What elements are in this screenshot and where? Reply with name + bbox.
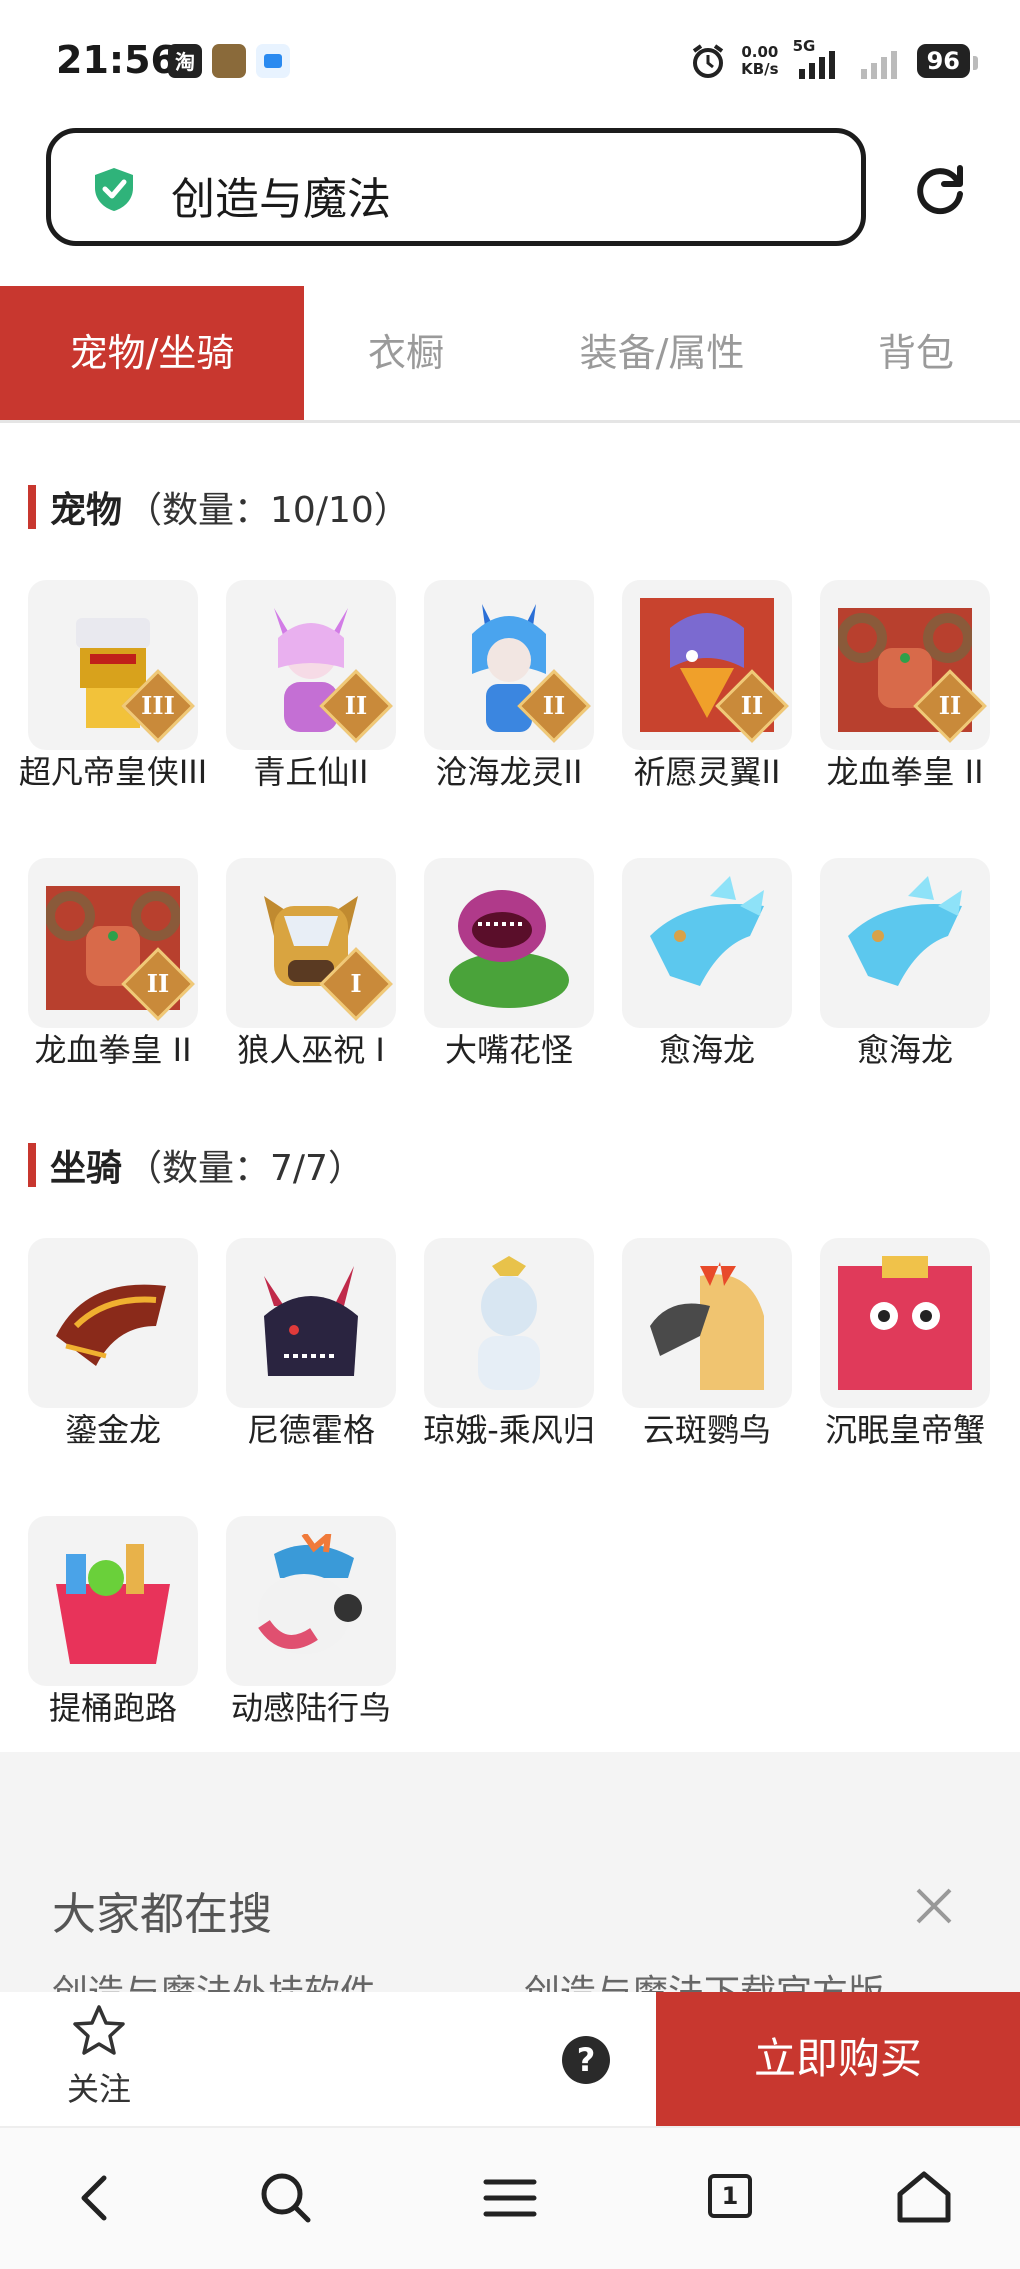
taobao-icon: 淘 <box>168 44 202 78</box>
tab-backpack[interactable]: 背包 <box>836 286 996 420</box>
pet-name: 愈海龙 <box>856 1031 953 1069</box>
status-time: 21:56 <box>56 38 177 82</box>
tab-count: 1 <box>708 2174 752 2218</box>
pet-image: II <box>622 580 792 750</box>
pets-title: 宠物 <box>50 490 123 531</box>
status-bar: 21:56 淘 0.00 KB/s 5G 96 <box>0 0 1020 125</box>
refresh-icon[interactable] <box>910 160 970 220</box>
pet-item[interactable]: 愈海龙 <box>608 858 806 1070</box>
pet-item[interactable]: II 龙血拳皇 II <box>806 580 1004 792</box>
buy-now-button[interactable]: 立即购买 <box>656 1992 1020 2126</box>
pet-item[interactable]: II 祈愿灵翼II <box>608 580 806 792</box>
mount-name: 鎏金龙 <box>64 1411 161 1449</box>
pet-name: 龙血拳皇 II <box>34 1031 192 1069</box>
network-speed: 0.00 KB/s <box>741 44 778 78</box>
mount-name: 动感陆行鸟 <box>230 1689 391 1727</box>
mount-item[interactable]: 尼德霍格 <box>212 1238 410 1450</box>
pets-section-title: 宠物 （数量：10/10） <box>28 484 410 531</box>
url-bar[interactable]: 创造与魔法 <box>46 128 866 246</box>
help-icon[interactable]: ? <box>562 2036 610 2084</box>
pet-name: 愈海龙 <box>658 1031 755 1069</box>
hot-search-title: 大家都在搜 <box>52 1889 272 1940</box>
mounts-count: （数量：7/7） <box>126 1148 364 1189</box>
mount-image <box>226 1238 396 1408</box>
pet-item[interactable]: 大嘴花怪 <box>410 858 608 1070</box>
tabs-icon[interactable]: 1 <box>702 2168 762 2228</box>
page-title: 创造与魔法 <box>171 174 391 225</box>
svg-text:淘: 淘 <box>175 50 195 74</box>
mounts-section-title: 坐骑 （数量：7/7） <box>28 1142 364 1189</box>
pet-name: 祈愿灵翼II <box>633 753 781 791</box>
pet-name: 狼人巫祝 I <box>237 1031 385 1069</box>
pet-name: 龙血拳皇 II <box>826 753 984 791</box>
pet-image: II <box>424 580 594 750</box>
tab-bar: 宠物/坐骑 衣橱 装备/属性 背包 <box>0 286 1020 423</box>
battery-icon: 96 <box>916 44 979 78</box>
pet-item[interactable]: II 青丘仙II <box>212 580 410 792</box>
mount-image <box>622 1238 792 1408</box>
signal-weak-icon <box>860 51 897 79</box>
network-speed-unit: KB/s <box>741 60 779 78</box>
search-icon[interactable] <box>256 2168 316 2228</box>
network-speed-value: 0.00 <box>741 43 779 61</box>
mount-name: 沉眠皇帝蟹 <box>824 1411 985 1449</box>
pet-name: 大嘴花怪 <box>444 1031 573 1069</box>
star-icon <box>73 2005 125 2055</box>
tab-wardrobe[interactable]: 衣橱 <box>304 286 508 420</box>
mount-item[interactable]: 云斑鹦鸟 <box>608 1238 806 1450</box>
pets-count: （数量：10/10） <box>126 490 410 531</box>
shield-check-icon <box>95 168 133 211</box>
pet-name: 超凡帝皇侠III <box>18 753 208 791</box>
pet-image: II <box>226 580 396 750</box>
pet-image: II <box>820 580 990 750</box>
mount-name: 尼德霍格 <box>246 1411 375 1449</box>
mount-image <box>28 1516 198 1686</box>
pet-image <box>424 858 594 1028</box>
mount-image <box>28 1238 198 1408</box>
close-icon[interactable] <box>912 1884 956 1928</box>
pet-name: 沧海龙灵II <box>435 753 583 791</box>
signal-icon: 5G <box>793 37 843 81</box>
tab-equipment[interactable]: 装备/属性 <box>528 286 796 420</box>
mount-name: 提桶跑路 <box>48 1689 177 1727</box>
section-marker <box>28 485 36 529</box>
mount-name: 琼娥-乘风归 <box>423 1411 595 1449</box>
pet-image: I <box>226 858 396 1028</box>
mount-item[interactable]: 琼娥-乘风归 <box>410 1238 608 1450</box>
pet-image: III <box>28 580 198 750</box>
cloud-app-icon <box>256 44 290 78</box>
mount-item[interactable]: 提桶跑路 <box>14 1516 212 1728</box>
follow-label: 关注 <box>66 2070 131 2108</box>
mounts-title: 坐骑 <box>50 1148 123 1189</box>
hot-search-panel <box>0 1752 1020 1992</box>
mount-item[interactable]: 动感陆行鸟 <box>212 1516 410 1728</box>
pet-item[interactable]: 愈海龙 <box>806 858 1004 1070</box>
pet-image <box>820 858 990 1028</box>
pet-item[interactable]: II 龙血拳皇 II <box>14 858 212 1070</box>
mount-name: 云斑鹦鸟 <box>642 1411 771 1449</box>
pet-item[interactable]: I 狼人巫祝 I <box>212 858 410 1070</box>
section-marker <box>28 1143 36 1187</box>
mount-item[interactable]: 鎏金龙 <box>14 1238 212 1450</box>
tab-pets-mounts[interactable]: 宠物/坐骑 <box>0 286 304 420</box>
alarm-icon <box>692 44 724 78</box>
mount-item[interactable]: 沉眠皇帝蟹 <box>806 1238 1004 1450</box>
mount-image <box>820 1238 990 1408</box>
pet-item[interactable]: III 超凡帝皇侠III <box>14 580 212 792</box>
follow-button[interactable]: 关注 <box>56 2004 142 2110</box>
mount-image <box>424 1238 594 1408</box>
pet-item[interactable]: II 沧海龙灵II <box>410 580 608 792</box>
home-icon[interactable] <box>894 2168 954 2228</box>
game-avatar-icon <box>212 44 246 78</box>
pet-image <box>622 858 792 1028</box>
back-icon[interactable] <box>66 2168 126 2228</box>
pet-image: II <box>28 858 198 1028</box>
mount-image <box>226 1516 396 1686</box>
status-icons: 0.00 KB/s 5G 96 <box>689 37 979 84</box>
pet-name: 青丘仙II <box>253 753 369 791</box>
menu-icon[interactable] <box>480 2168 540 2228</box>
